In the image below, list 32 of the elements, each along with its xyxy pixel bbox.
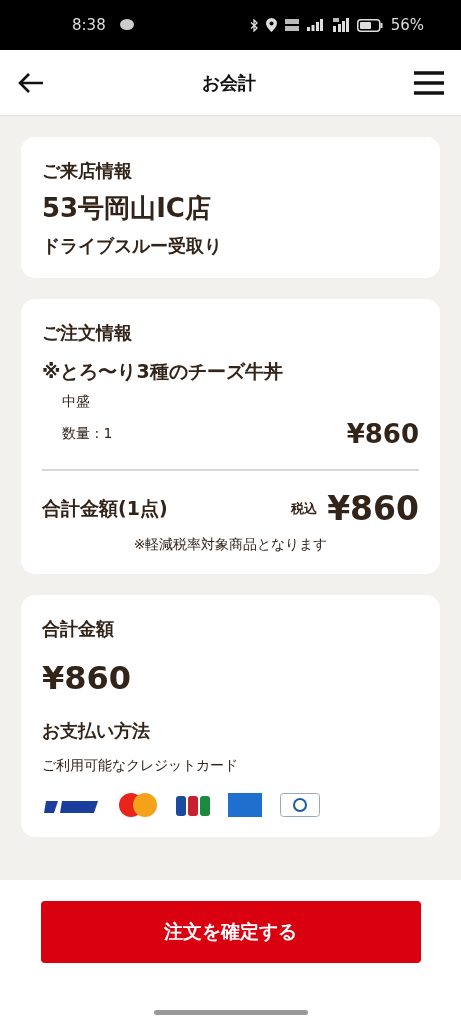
card-brand-icon bbox=[228, 793, 262, 817]
bluetooth-icon bbox=[249, 18, 258, 32]
item-quantity: 数量 : 1 bbox=[62, 425, 113, 443]
total-price: ¥860 bbox=[327, 489, 419, 528]
item-option: 中盛 bbox=[42, 393, 419, 411]
tax-label: 税込 bbox=[291, 499, 318, 518]
page-title: お会計 bbox=[202, 70, 256, 95]
tax-note: ※軽減税率対象商品となります bbox=[132, 536, 329, 554]
total-label: 合計金額(1点) bbox=[42, 495, 168, 521]
battery-icon bbox=[356, 18, 383, 32]
item-price: ¥860 bbox=[346, 419, 419, 449]
menu-icon[interactable] bbox=[414, 70, 444, 95]
back-arrow-icon[interactable] bbox=[18, 71, 44, 94]
battery-percentage: 56% bbox=[390, 16, 424, 34]
pickup-method: ドライブスルー受取り bbox=[42, 234, 223, 258]
section-heading: ご注文情報 bbox=[42, 321, 133, 345]
confirm-order-button[interactable]: 注文を確定する bbox=[40, 901, 421, 963]
card-brand-icon bbox=[118, 793, 158, 817]
section-heading: 合計金額 bbox=[42, 617, 115, 641]
location-icon bbox=[265, 18, 277, 32]
card-brand-icon bbox=[280, 793, 320, 817]
clock-time: 8:38 bbox=[72, 16, 106, 34]
payment-total: ¥860 bbox=[42, 659, 133, 697]
card-brand-icon bbox=[176, 794, 210, 816]
item-name: ※とろ〜り3種のチーズ牛丼 bbox=[42, 359, 284, 384]
section-heading: お支払い方法 bbox=[42, 719, 151, 743]
signal-icon bbox=[330, 18, 349, 32]
store-name: 53号岡山IC店 bbox=[42, 192, 212, 225]
section-heading: ご来店情報 bbox=[42, 159, 133, 183]
cards-label: ご利用可能なクレジットカード bbox=[42, 757, 239, 775]
chat-bubble-icon bbox=[119, 19, 134, 31]
signal-icon bbox=[306, 19, 323, 31]
